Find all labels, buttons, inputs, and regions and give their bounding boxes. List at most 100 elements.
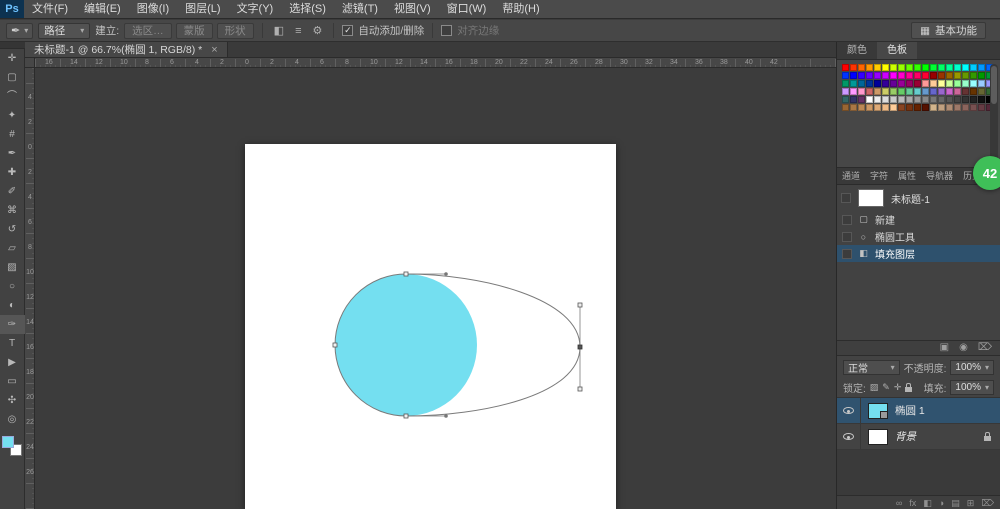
tool-button[interactable]: ▨	[0, 258, 25, 277]
vertical-ruler[interactable]: 4202468101214161820222426	[25, 68, 35, 509]
history-source-checkbox[interactable]	[842, 249, 852, 259]
color-swatch[interactable]	[882, 64, 889, 71]
color-swatch[interactable]	[954, 64, 961, 71]
color-swatch[interactable]	[962, 64, 969, 71]
visibility-cell[interactable]	[837, 398, 861, 423]
tool-button[interactable]: ✒	[0, 144, 25, 163]
layers-footer-icon[interactable]: ⊞	[967, 497, 975, 509]
layer-row-background[interactable]: 背景	[837, 424, 1000, 450]
color-swatch[interactable]	[858, 88, 865, 95]
color-swatch[interactable]	[882, 88, 889, 95]
lock-all-icon[interactable]	[905, 387, 911, 392]
color-swatch[interactable]	[946, 104, 953, 111]
lock-option-icon[interactable]: ✎	[882, 382, 890, 393]
document-canvas[interactable]	[245, 144, 616, 509]
layers-footer-icon[interactable]: ◧	[923, 497, 932, 509]
menu-item[interactable]: 视图(V)	[386, 0, 439, 18]
color-swatch[interactable]	[938, 88, 945, 95]
layers-footer-icon[interactable]: ▤	[951, 497, 960, 509]
tool-button[interactable]: ▱	[0, 239, 25, 258]
menu-item[interactable]: 文件(F)	[24, 0, 76, 18]
color-swatch[interactable]	[922, 64, 929, 71]
opacity-input[interactable]: 100% ▾	[950, 360, 994, 375]
color-swatch[interactable]	[962, 104, 969, 111]
color-swatch[interactable]	[858, 80, 865, 87]
menu-item[interactable]: 滤镜(T)	[334, 0, 386, 18]
ellipse-shape[interactable]	[335, 274, 477, 416]
color-swatch[interactable]	[954, 104, 961, 111]
color-swatch[interactable]	[882, 72, 889, 79]
close-icon[interactable]: ×	[211, 44, 217, 56]
combine-shapes-icon[interactable]: ◧	[271, 24, 287, 37]
tool-button[interactable]: ✣	[0, 391, 25, 410]
right-handle-top-point[interactable]	[578, 303, 582, 307]
bottom-handle-dot[interactable]	[444, 414, 448, 418]
lock-option-icon[interactable]: ✛	[894, 382, 902, 393]
color-swatch[interactable]	[930, 88, 937, 95]
tool-button[interactable]: T	[0, 334, 25, 353]
tool-button[interactable]: ▭	[0, 372, 25, 391]
menu-item[interactable]: 帮助(H)	[494, 0, 547, 18]
color-swatch[interactable]	[914, 96, 921, 103]
color-swatch[interactable]	[970, 96, 977, 103]
color-swatch[interactable]	[962, 88, 969, 95]
color-swatch[interactable]	[866, 104, 873, 111]
workspace-switcher-button[interactable]: ▦ 基本功能	[911, 22, 986, 39]
make-button[interactable]: 蒙版	[176, 23, 213, 39]
foreground-color-swatch[interactable]	[2, 436, 14, 448]
lock-option-icon[interactable]: ▨	[870, 382, 879, 393]
top-handle-dot[interactable]	[444, 272, 448, 276]
color-swatch[interactable]	[850, 64, 857, 71]
color-swatch[interactable]	[898, 64, 905, 71]
menu-item[interactable]: 窗口(W)	[439, 0, 495, 18]
color-swatch[interactable]	[970, 88, 977, 95]
tool-button[interactable]: ✛	[0, 49, 25, 68]
color-swatch[interactable]	[946, 64, 953, 71]
horizontal-ruler[interactable]: 1614121086420246810121416182022242628303…	[35, 58, 836, 68]
color-swatch[interactable]	[970, 64, 977, 71]
color-swatch[interactable]	[842, 88, 849, 95]
color-swatch[interactable]	[874, 104, 881, 111]
color-swatch[interactable]	[898, 104, 905, 111]
tool-button[interactable]: ◎	[0, 410, 25, 429]
color-swatch[interactable]	[954, 96, 961, 103]
color-swatch[interactable]	[858, 72, 865, 79]
color-swatch[interactable]	[858, 104, 865, 111]
color-swatch[interactable]	[842, 96, 849, 103]
color-swatch[interactable]	[962, 72, 969, 79]
make-button[interactable]: 形状	[217, 23, 254, 39]
color-swatch[interactable]	[850, 88, 857, 95]
path-alignment-icon[interactable]: ≡	[292, 25, 304, 37]
color-swatch[interactable]	[978, 104, 985, 111]
new-document-from-state-icon[interactable]: ▣	[940, 341, 949, 355]
color-swatch[interactable]	[898, 80, 905, 87]
color-swatch[interactable]	[866, 80, 873, 87]
color-swatch[interactable]	[898, 96, 905, 103]
tool-button[interactable]: ↺	[0, 220, 25, 239]
color-swatch[interactable]	[850, 80, 857, 87]
layers-footer-icon[interactable]: fx	[909, 497, 916, 509]
color-swatch[interactable]	[930, 72, 937, 79]
history-state-row[interactable]: ▢ 新建	[837, 211, 1000, 228]
color-swatch[interactable]	[954, 88, 961, 95]
menu-item[interactable]: 图像(I)	[129, 0, 177, 18]
color-swatch[interactable]	[914, 104, 921, 111]
document-tab[interactable]: 未标题-1 @ 66.7%(椭圆 1, RGB/8) * ×	[25, 42, 228, 57]
right-handle-bottom-point[interactable]	[578, 387, 582, 391]
tool-preset-button[interactable]: ✒ ▾	[6, 23, 33, 39]
color-swatch[interactable]	[850, 72, 857, 79]
color-swatch[interactable]	[914, 88, 921, 95]
color-swatch[interactable]	[890, 64, 897, 71]
history-snapshot-row[interactable]: 未标题-1	[837, 185, 1000, 211]
tool-button[interactable]: ✚	[0, 163, 25, 182]
panel-grip[interactable]	[0, 42, 25, 49]
layers-footer-icon[interactable]: ⌦	[981, 497, 994, 509]
color-swatch[interactable]	[858, 96, 865, 103]
color-swatch[interactable]	[930, 104, 937, 111]
tab-color[interactable]: 颜色	[837, 42, 877, 59]
color-swatch[interactable]	[882, 80, 889, 87]
tool-button[interactable]: ▢	[0, 68, 25, 87]
color-swatch[interactable]	[842, 104, 849, 111]
color-swatch[interactable]	[946, 96, 953, 103]
color-swatch[interactable]	[922, 96, 929, 103]
